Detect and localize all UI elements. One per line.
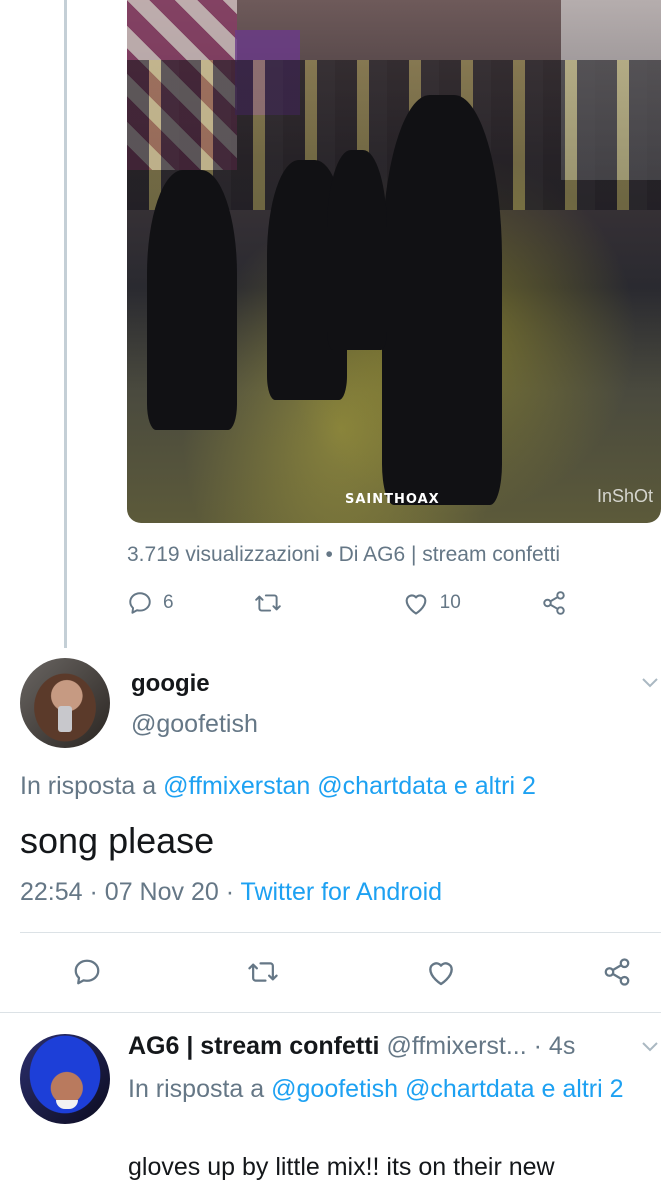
thread-connector-line xyxy=(64,0,67,648)
divider xyxy=(0,1012,661,1013)
reply-button[interactable]: 6 xyxy=(127,590,254,616)
video-figure xyxy=(147,170,237,430)
video-thumbnail[interactable]: SAINTHOAX InShOt xyxy=(127,0,661,523)
reply-and[interactable]: e xyxy=(454,772,468,800)
mention-link[interactable]: @chartdata xyxy=(317,772,447,800)
reply-and[interactable]: e xyxy=(542,1075,556,1103)
reply-to-line: In risposta a @ffmixerstan @chartdata e … xyxy=(20,772,536,801)
like-count: 10 xyxy=(439,592,461,613)
reply-prefix: In risposta a xyxy=(128,1075,265,1103)
tweet-header: AG6 | stream confetti @ffmixerst... · 4s xyxy=(128,1032,575,1061)
chevron-down-icon[interactable] xyxy=(640,1040,660,1054)
like-icon xyxy=(405,594,427,615)
author-display-name[interactable]: googie xyxy=(131,670,210,698)
tweet-timestamp: 22:54 · 07 Nov 20 · Twitter for Android xyxy=(20,878,442,907)
reply-others-link[interactable]: altri 2 xyxy=(562,1075,623,1103)
avatar[interactable] xyxy=(20,1034,110,1124)
share-icon xyxy=(543,591,565,615)
like-button[interactable]: 10 xyxy=(402,590,541,616)
avatar[interactable] xyxy=(20,658,110,748)
video-views-meta: 3.719 visualizzazioni • Di AG6 | stream … xyxy=(127,543,561,566)
video-watermark-left: SAINTHOAX xyxy=(345,492,440,507)
video-figure xyxy=(382,95,502,505)
video-watermark-right: InShOt xyxy=(596,486,653,506)
share-button[interactable] xyxy=(541,590,567,616)
author-handle[interactable]: @ffmixerst... xyxy=(386,1032,526,1060)
retweet-icon xyxy=(255,594,282,612)
reply-to-line: In risposta a @goofetish @chartdata e al… xyxy=(128,1070,648,1108)
tweet-actions xyxy=(72,957,632,987)
client-link[interactable]: Twitter for Android xyxy=(241,878,442,906)
avatar-phone-detail xyxy=(58,706,72,732)
tweet-actions: 6 10 xyxy=(127,590,567,616)
mention-link[interactable]: @chartdata xyxy=(405,1075,535,1103)
author-display-name[interactable]: AG6 | stream confetti xyxy=(128,1032,380,1060)
reply-others-link[interactable]: altri 2 xyxy=(475,772,536,800)
avatar-smile-detail xyxy=(56,1100,78,1109)
divider xyxy=(20,932,661,933)
mention-link[interactable]: @goofetish xyxy=(271,1075,398,1103)
tweet-date: 07 Nov 20 xyxy=(104,878,219,906)
chevron-down-icon[interactable] xyxy=(640,676,660,690)
retweet-icon[interactable] xyxy=(247,957,279,987)
reply-count: 6 xyxy=(163,592,174,613)
tweet-text: song please xyxy=(20,820,215,861)
tweet-text: gloves up by little mix!! its on their n… xyxy=(128,1153,555,1181)
reply-prefix: In risposta a xyxy=(20,772,157,800)
retweet-button[interactable] xyxy=(254,590,401,616)
reply-icon[interactable] xyxy=(72,957,102,987)
reply-icon xyxy=(129,592,151,614)
author-handle[interactable]: @goofetish xyxy=(131,710,258,739)
tweet-age: · 4s xyxy=(533,1032,576,1060)
separator-dot: · xyxy=(225,878,235,906)
tweet-time: 22:54 xyxy=(20,878,83,906)
video-figure xyxy=(327,150,387,350)
mention-link[interactable]: @ffmixerstan xyxy=(163,772,310,800)
like-icon[interactable] xyxy=(425,957,457,987)
separator-dot: · xyxy=(89,878,98,906)
share-icon[interactable] xyxy=(602,957,632,987)
